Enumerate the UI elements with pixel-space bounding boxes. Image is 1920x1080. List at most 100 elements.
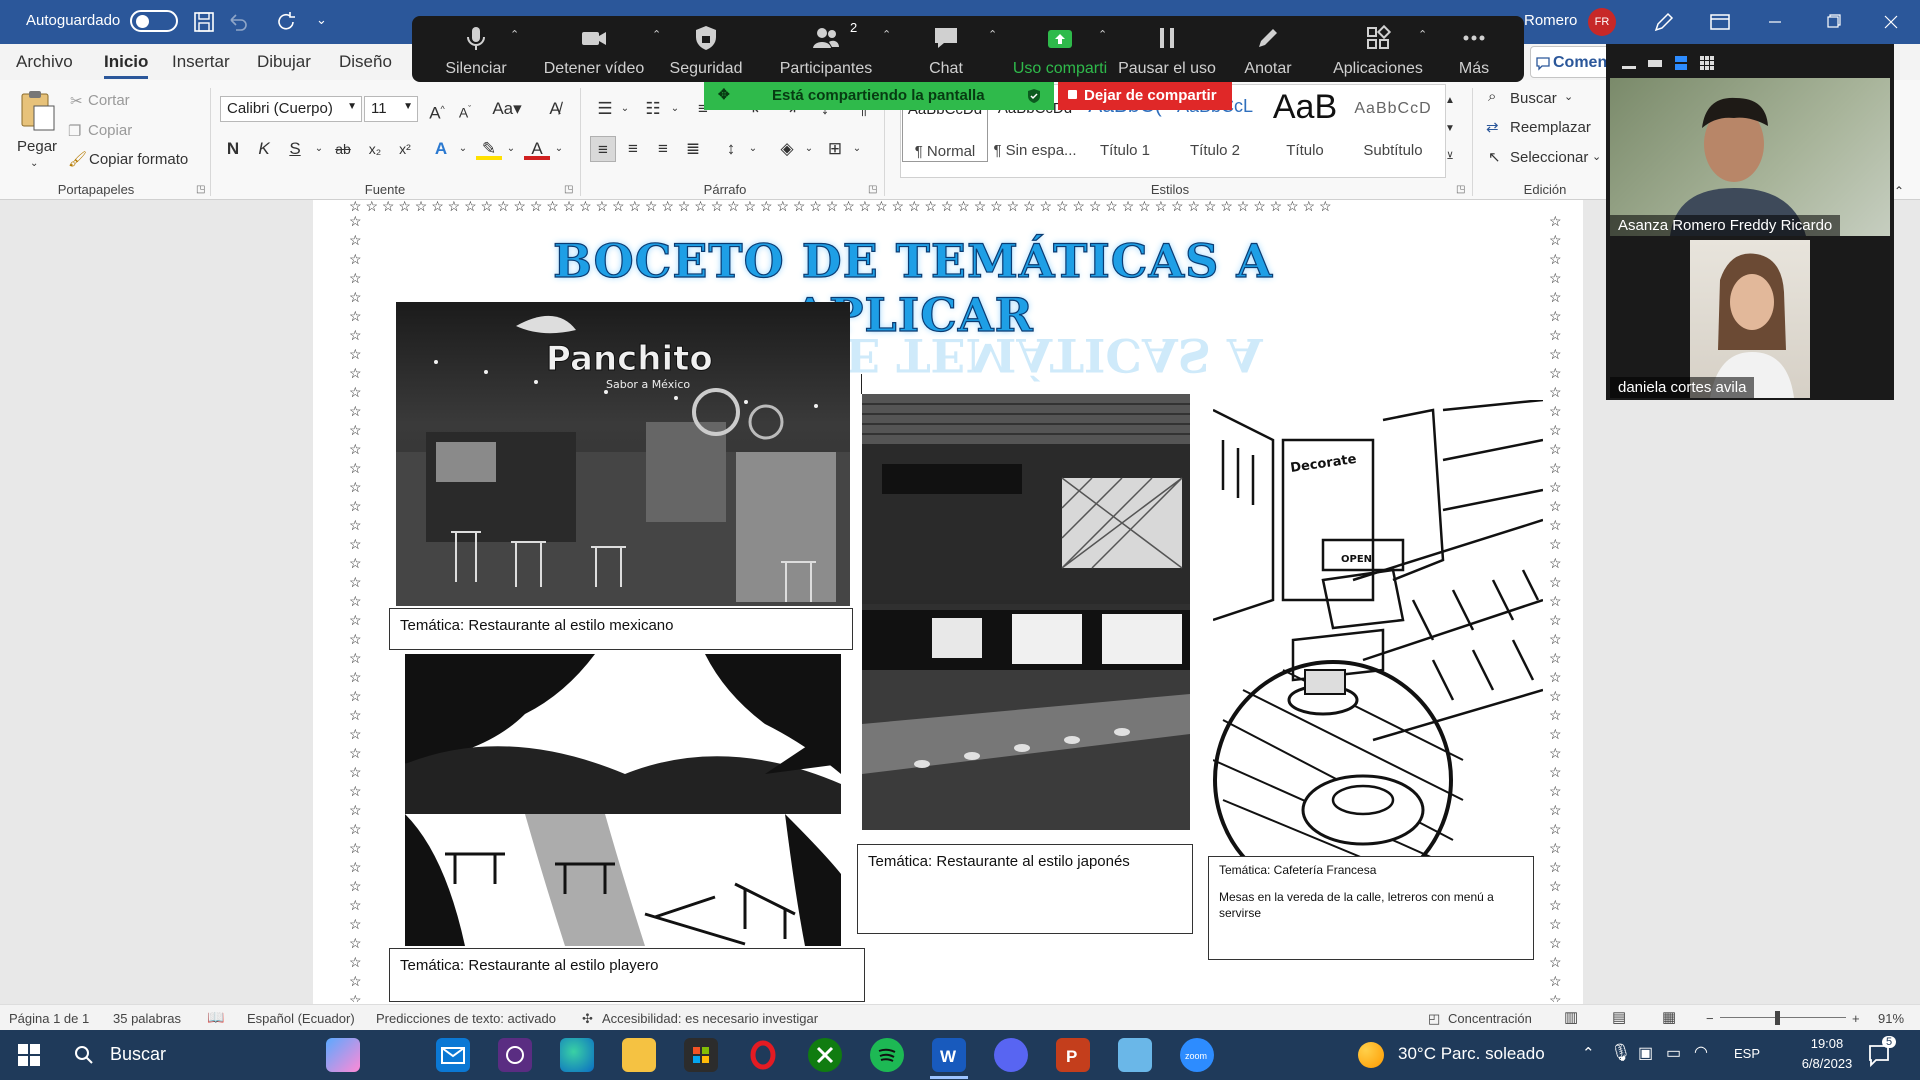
edge-browser-icon[interactable] <box>560 1038 594 1072</box>
xbox-icon[interactable] <box>808 1038 842 1072</box>
copy-button[interactable]: Copiar <box>88 122 132 139</box>
more-button[interactable]: Más <box>1442 16 1506 82</box>
underline-chevron-icon[interactable]: ⌄ <box>306 136 332 162</box>
chat-button[interactable]: ⌃ Chat <box>896 16 997 82</box>
tab-archivo[interactable]: Archivo <box>16 52 73 72</box>
weather-text[interactable]: 30°C Parc. soleado <box>1398 1044 1545 1064</box>
format-painter-icon[interactable]: 🖌 <box>68 150 87 168</box>
style-subtitle[interactable]: AaBbCcD Subtítulo <box>1350 86 1436 162</box>
justify-icon[interactable]: ≣ <box>680 136 706 162</box>
clipboard-launcher-icon[interactable]: ◳ <box>196 184 205 195</box>
focus-mode-button[interactable]: Concentración <box>1448 1011 1532 1026</box>
customize-qat-icon[interactable]: ⌄ <box>316 12 327 28</box>
notepad-icon[interactable] <box>1118 1038 1152 1072</box>
chevron-up-icon[interactable]: ⌃ <box>882 28 891 41</box>
web-layout-icon[interactable]: ▦ <box>1662 1008 1676 1026</box>
subscript-icon[interactable]: x₂ <box>362 136 388 162</box>
replace-button[interactable]: Reemplazar <box>1510 119 1591 136</box>
shrink-font-icon[interactable]: Aˇ <box>452 96 478 122</box>
chevron-down-icon[interactable]: ⌄ <box>498 136 524 162</box>
page-count[interactable]: Página 1 de 1 <box>9 1011 89 1026</box>
tab-inicio[interactable]: Inicio <box>104 52 149 79</box>
photo-mexican-restaurant[interactable]: Panchito Sabor a México <box>396 302 850 606</box>
chevron-up-icon[interactable]: ⌃ <box>1098 28 1107 41</box>
taskbar-search[interactable]: Buscar <box>62 1030 322 1080</box>
collapse-ribbon-icon[interactable]: ⌃ <box>1894 184 1904 198</box>
stop-video-button[interactable]: ⌃ Detener vídeo <box>524 16 664 82</box>
styles-launcher-icon[interactable]: ◳ <box>1456 184 1465 195</box>
mute-button[interactable]: ⌃ Silenciar <box>436 16 519 82</box>
participant-video-2[interactable]: daniela cortes avila <box>1610 240 1890 398</box>
bold-button[interactable]: N <box>220 136 246 162</box>
read-mode-icon[interactable]: ▥ <box>1564 1008 1578 1026</box>
zoom-app-icon[interactable]: zoom <box>1180 1038 1214 1072</box>
chevron-down-icon[interactable]: ⌄ <box>740 136 766 162</box>
show-hidden-icons-chevron-icon[interactable]: ⌃ <box>1582 1044 1595 1062</box>
strip-view-icon[interactable] <box>1672 54 1690 72</box>
superscript-icon[interactable]: x² <box>392 136 418 162</box>
save-icon[interactable] <box>192 10 216 34</box>
select-cursor-icon[interactable]: ↖ <box>1488 148 1501 166</box>
gallery-view-icon[interactable] <box>1698 54 1716 72</box>
autosave-toggle[interactable] <box>130 10 178 32</box>
paste-button[interactable]: Pegar ⌄ <box>14 88 58 170</box>
participant-video-1[interactable]: Asanza Romero Freddy Ricardo <box>1610 78 1890 236</box>
zoom-in-icon[interactable]: + <box>1852 1011 1860 1026</box>
chevron-down-icon[interactable]: ⌄ <box>844 136 870 162</box>
camera-tray-icon[interactable]: ▣ <box>1638 1043 1653 1063</box>
copy-icon[interactable]: ❐ <box>68 122 81 140</box>
mail-icon[interactable] <box>436 1038 470 1072</box>
underline-button[interactable]: S <box>282 136 308 162</box>
redo-icon[interactable] <box>274 10 298 34</box>
text-predictions-status[interactable]: Predicciones de texto: activado <box>376 1011 556 1026</box>
print-layout-icon[interactable]: ▤ <box>1612 1008 1626 1026</box>
styles-expand-icon[interactable]: ⊻ <box>1442 144 1458 170</box>
font-family-select[interactable]: Calibri (Cuerpo) ▼ <box>220 96 362 122</box>
widgets-icon[interactable] <box>326 1038 360 1072</box>
styles-scroll-up-icon[interactable]: ▲ <box>1442 88 1458 114</box>
share-screen-button[interactable]: ⌃ Uso comparti <box>1010 16 1110 82</box>
zoom-out-icon[interactable]: − <box>1706 1011 1714 1026</box>
font-launcher-icon[interactable]: ◳ <box>564 184 573 195</box>
microsoft-store-icon[interactable] <box>684 1038 718 1072</box>
tab-insertar[interactable]: Insertar <box>172 52 230 72</box>
style-title[interactable]: AaB Título <box>1262 86 1348 162</box>
instagram-app-icon[interactable] <box>498 1038 532 1072</box>
microphone-tray-icon[interactable]: 🎙 <box>1610 1043 1632 1063</box>
apps-button[interactable]: ⌃ Aplicaciones <box>1322 16 1434 82</box>
battery-icon[interactable]: ▭ <box>1666 1043 1681 1063</box>
focus-icon[interactable]: ◰ <box>1428 1011 1440 1027</box>
wifi-icon[interactable]: ◠ <box>1694 1042 1708 1062</box>
chevron-up-icon[interactable]: ⌃ <box>1418 28 1427 41</box>
pause-share-button[interactable]: Pausar el uso <box>1112 16 1222 82</box>
word-app-icon[interactable]: W <box>932 1038 966 1072</box>
speaker-view-icon[interactable] <box>1646 54 1664 72</box>
language-status[interactable]: Español (Ecuador) <box>247 1011 355 1026</box>
stop-share-button[interactable]: Dejar de compartir <box>1058 82 1232 110</box>
word-count[interactable]: 35 palabras <box>113 1011 181 1026</box>
powerpoint-app-icon[interactable]: P <box>1056 1038 1090 1072</box>
chevron-down-icon[interactable]: ⌄ <box>612 96 638 122</box>
pen-icon[interactable] <box>1652 10 1676 34</box>
italic-button[interactable]: K <box>251 136 277 162</box>
grow-font-icon[interactable]: A^ <box>424 96 450 123</box>
styles-scroll-down-icon[interactable]: ▼ <box>1442 116 1458 142</box>
photo-french-cafe[interactable]: Decorate OPEN <box>1213 400 1543 858</box>
restore-button[interactable] <box>1804 0 1862 44</box>
find-button[interactable]: Buscar <box>1510 90 1557 107</box>
zoom-level[interactable]: 91% <box>1878 1011 1904 1026</box>
comment-button[interactable]: Comentar <box>1530 46 1628 78</box>
participants-button[interactable]: 2 ⌃ Participantes <box>760 16 892 82</box>
proofing-icon[interactable]: 📖 <box>207 1009 224 1026</box>
chevron-down-icon[interactable]: ⌄ <box>1564 90 1573 103</box>
security-button[interactable]: Seguridad <box>646 16 766 82</box>
weather-sun-icon[interactable] <box>1358 1042 1384 1068</box>
file-explorer-icon[interactable] <box>622 1038 656 1072</box>
zoom-slider-thumb[interactable] <box>1775 1011 1781 1025</box>
change-case-icon[interactable]: Aa▾ <box>488 96 526 122</box>
format-painter-button[interactable]: Copiar formato <box>89 151 188 168</box>
font-size-select[interactable]: 11 ▼ <box>364 96 418 122</box>
annotate-button[interactable]: Anotar <box>1218 16 1318 82</box>
photo-japanese-restaurant[interactable] <box>862 394 1190 830</box>
discord-icon[interactable] <box>994 1038 1028 1072</box>
